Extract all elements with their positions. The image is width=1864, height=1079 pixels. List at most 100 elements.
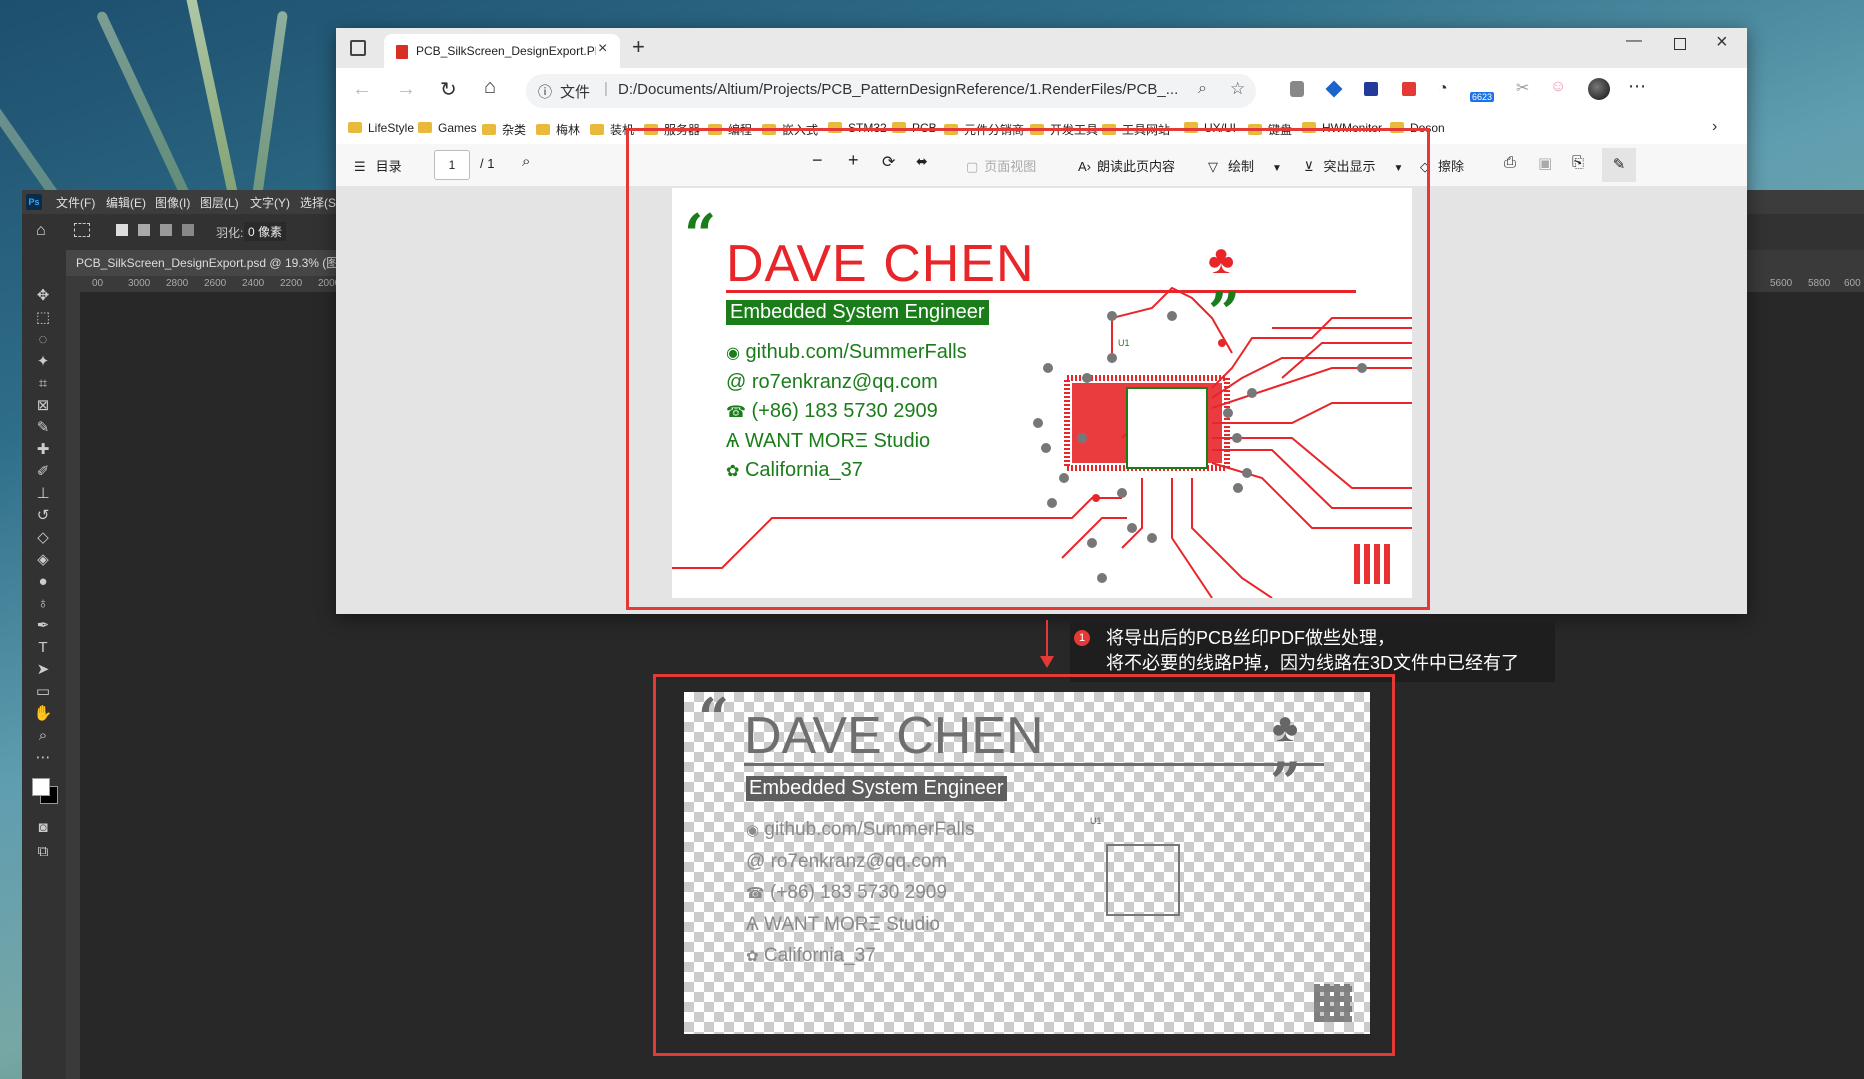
screen-mode-icon[interactable]: ⧉ bbox=[32, 842, 54, 862]
refresh-icon[interactable]: ↻ bbox=[440, 77, 457, 102]
crop-tool-icon[interactable]: ⌗ bbox=[32, 374, 54, 394]
extension-7-icon[interactable]: ✂ bbox=[1516, 78, 1529, 98]
extension-5-icon[interactable]: ◔ bbox=[1438, 80, 1448, 98]
ps-toolbar: ✥ ⬚ ◌ ✦ ⌗ ⊠ ✎ ✚ ✐ ⊥ ↺ ◇ ◈ ● ♁ ✒ T ➤ ▭ ✋ … bbox=[22, 250, 67, 1079]
eyedropper-tool-icon[interactable]: ✎ bbox=[32, 418, 54, 438]
rectangle-tool-icon[interactable]: ▭ bbox=[32, 682, 54, 702]
frame-tool-icon[interactable]: ⊠ bbox=[32, 396, 54, 416]
lasso-tool-icon[interactable]: ◌ bbox=[32, 330, 54, 350]
feather-input[interactable]: 0 像素 bbox=[244, 222, 287, 241]
save-as-icon[interactable]: ⎘ bbox=[1572, 154, 1584, 171]
path-select-icon[interactable]: ➤ bbox=[32, 660, 54, 680]
tab-actions-icon[interactable] bbox=[350, 40, 366, 56]
bookmark-folder[interactable]: LifeStyle bbox=[348, 121, 414, 135]
minimize-icon[interactable]: — bbox=[1626, 32, 1642, 50]
back-icon[interactable]: ← bbox=[352, 78, 372, 101]
ps-menu-layer[interactable]: 图层(L) bbox=[200, 194, 239, 211]
extension-2-icon[interactable] bbox=[1325, 80, 1343, 98]
favorite-icon[interactable]: ☆ bbox=[1230, 79, 1245, 99]
list-icon: ☰ bbox=[354, 159, 366, 174]
bookmark-folder[interactable]: 杂类 bbox=[482, 121, 526, 138]
extension-3-icon[interactable] bbox=[1364, 82, 1378, 96]
ps-doc-tab[interactable]: PCB_SilkScreen_DesignExport.psd @ 19.3% … bbox=[66, 250, 356, 276]
hand-tool-icon[interactable]: ✋ bbox=[32, 704, 54, 724]
studio-text: WANT MORΞ Studio bbox=[763, 914, 940, 935]
stamp-tool-icon[interactable]: ⊥ bbox=[32, 484, 54, 504]
ps-menu-image[interactable]: 图像(I) bbox=[155, 194, 190, 211]
wechat-text: California_37 bbox=[763, 945, 876, 966]
zoom-tool-icon[interactable]: ⌕ bbox=[32, 726, 54, 746]
bookmark-folder[interactable]: Games bbox=[418, 121, 477, 135]
annotation-callout: 1 将导出后的PCB丝印PDF做些处理， 将不必要的线路P掉，因为线路在3D文件… bbox=[1070, 622, 1555, 682]
paint-bucket-icon[interactable]: ◈ bbox=[32, 550, 54, 570]
save-icon[interactable]: ▣ bbox=[1538, 154, 1552, 172]
selection-subtract-icon[interactable] bbox=[160, 224, 172, 236]
browser-tab[interactable]: PCB_SilkScreen_DesignExport.PD × bbox=[384, 34, 620, 68]
type-tool-icon[interactable]: T bbox=[32, 638, 54, 658]
ps-menu-select[interactable]: 选择(S) bbox=[300, 194, 340, 211]
move-tool-icon[interactable]: ✥ bbox=[32, 286, 54, 306]
extension-1-icon[interactable] bbox=[1290, 81, 1304, 97]
close-tab-icon[interactable]: × bbox=[598, 40, 607, 58]
ruler-label: 3000 bbox=[128, 278, 151, 289]
forward-icon[interactable]: → bbox=[396, 78, 416, 101]
ruler-label: 5800 bbox=[1808, 278, 1831, 289]
ps-menu-type[interactable]: 文字(Y) bbox=[250, 194, 290, 211]
folder-icon bbox=[482, 124, 496, 135]
home-icon[interactable]: ⌂ bbox=[36, 222, 46, 240]
extension-badge[interactable]: 6623 bbox=[1470, 92, 1495, 102]
selection-new-icon[interactable] bbox=[116, 224, 128, 236]
close-window-icon[interactable]: × bbox=[1716, 31, 1728, 54]
marquee-tool-icon[interactable]: ⬚ bbox=[32, 308, 54, 328]
ps-canvas-result: “ DAVE CHEN ♣ ” Embedded System Engineer… bbox=[684, 686, 1370, 1034]
tab-title: PCB_SilkScreen_DesignExport.PD bbox=[416, 44, 596, 58]
search-icon[interactable]: ⌕ bbox=[522, 153, 530, 170]
extension-4-icon[interactable] bbox=[1402, 82, 1416, 96]
highlight-box-source bbox=[626, 128, 1430, 610]
bookmark-folder[interactable]: 梅林 bbox=[536, 121, 580, 138]
home-icon[interactable]: ⌂ bbox=[484, 76, 496, 99]
url-bar[interactable]: ⓘ 文件 | D:/Documents/Altium/Projects/PCB_… bbox=[526, 74, 1256, 108]
qr-code-icon bbox=[1314, 984, 1352, 1022]
page-number-input[interactable]: 1 bbox=[434, 150, 470, 180]
more-menu-icon[interactable]: ⋯ bbox=[1628, 76, 1646, 97]
arrow-head bbox=[1040, 656, 1054, 668]
ps-menu-file[interactable]: 文件(F) bbox=[56, 194, 95, 211]
brush-tool-icon[interactable]: ✐ bbox=[32, 462, 54, 482]
pin-icon[interactable]: ✎ bbox=[1602, 148, 1636, 182]
new-tab-icon[interactable]: + bbox=[632, 34, 645, 60]
eraser-tool-icon[interactable]: ◇ bbox=[32, 528, 54, 548]
foreground-color-swatch[interactable] bbox=[32, 778, 50, 796]
profile-avatar[interactable] bbox=[1588, 78, 1610, 100]
marquee-options-icon[interactable] bbox=[74, 223, 90, 237]
callout-line-2: 将不必要的线路P掉，因为线路在3D文件中已经有了 bbox=[1106, 653, 1520, 673]
phone-row: ☎ (+86) 183 5730 2909 bbox=[746, 877, 975, 909]
more-tools-icon[interactable]: ⋯ bbox=[32, 748, 54, 768]
quick-mask-icon[interactable]: ◙ bbox=[32, 818, 54, 838]
history-brush-icon[interactable]: ↺ bbox=[32, 506, 54, 526]
healing-tool-icon[interactable]: ✚ bbox=[32, 440, 54, 460]
phone-icon: ☎ bbox=[746, 885, 765, 902]
bookmarks-overflow-icon[interactable]: › bbox=[1712, 118, 1717, 136]
pdf-file-icon bbox=[396, 45, 408, 59]
blur-tool-icon[interactable]: ● bbox=[32, 572, 54, 592]
email-row: @ ro7enkranz@qq.com bbox=[746, 846, 975, 877]
magic-wand-tool-icon[interactable]: ✦ bbox=[32, 352, 54, 372]
pen-tool-icon[interactable]: ✒ bbox=[32, 616, 54, 636]
selection-add-icon[interactable] bbox=[138, 224, 150, 236]
maximize-icon[interactable] bbox=[1674, 38, 1686, 50]
dodge-tool-icon[interactable]: ♁ bbox=[32, 594, 54, 614]
bookmark-label: 杂类 bbox=[502, 123, 527, 137]
ps-menu-edit[interactable]: 编辑(E) bbox=[106, 194, 146, 211]
extension-8-icon[interactable]: ☺ bbox=[1550, 78, 1566, 96]
page-total: / 1 bbox=[480, 156, 495, 171]
print-icon[interactable]: ⎙ bbox=[1504, 154, 1516, 171]
email-text: ro7enkranz@qq.com bbox=[770, 851, 948, 872]
at-icon: @ bbox=[746, 851, 766, 872]
tab-strip: PCB_SilkScreen_DesignExport.PD × + — × bbox=[336, 28, 1747, 68]
ruler-label: 5600 bbox=[1770, 278, 1793, 289]
selection-intersect-icon[interactable] bbox=[182, 224, 194, 236]
zoom-icon[interactable]: ⌕ bbox=[1198, 80, 1207, 98]
vertical-ruler bbox=[66, 276, 80, 1079]
toc-button[interactable]: ☰ 目录 bbox=[354, 156, 402, 175]
